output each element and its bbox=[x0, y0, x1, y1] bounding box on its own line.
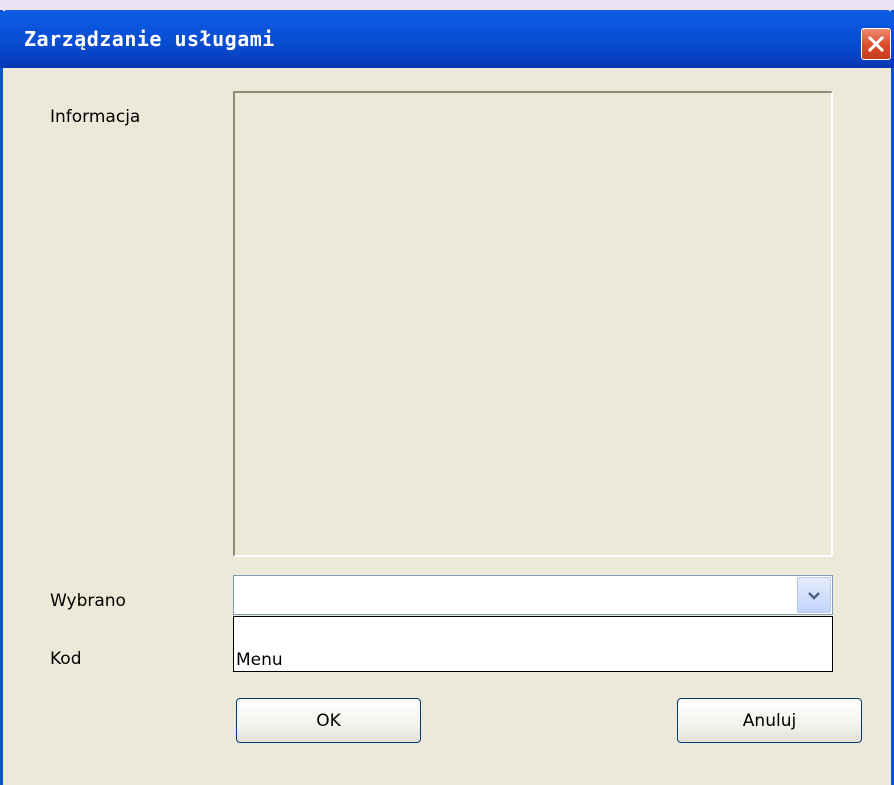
info-textarea[interactable] bbox=[233, 91, 833, 557]
dropdown-button[interactable] bbox=[797, 577, 831, 613]
dropdown-list[interactable]: Menu bbox=[233, 616, 833, 672]
close-icon bbox=[867, 35, 885, 53]
title-bar[interactable]: Zarządzanie usługami bbox=[0, 10, 894, 68]
dropdown-item-menu[interactable]: Menu bbox=[236, 650, 283, 670]
selected-label: Wybrano bbox=[50, 591, 126, 611]
chevron-down-icon bbox=[807, 586, 821, 605]
info-label: Informacja bbox=[50, 107, 141, 127]
code-label: Kod bbox=[50, 649, 82, 669]
close-button[interactable] bbox=[861, 28, 891, 60]
selected-combobox[interactable] bbox=[233, 575, 833, 615]
window-title: Zarządzanie usługami bbox=[24, 27, 275, 51]
ok-button[interactable]: OK bbox=[236, 698, 421, 743]
cancel-button[interactable]: Anuluj bbox=[677, 698, 862, 743]
